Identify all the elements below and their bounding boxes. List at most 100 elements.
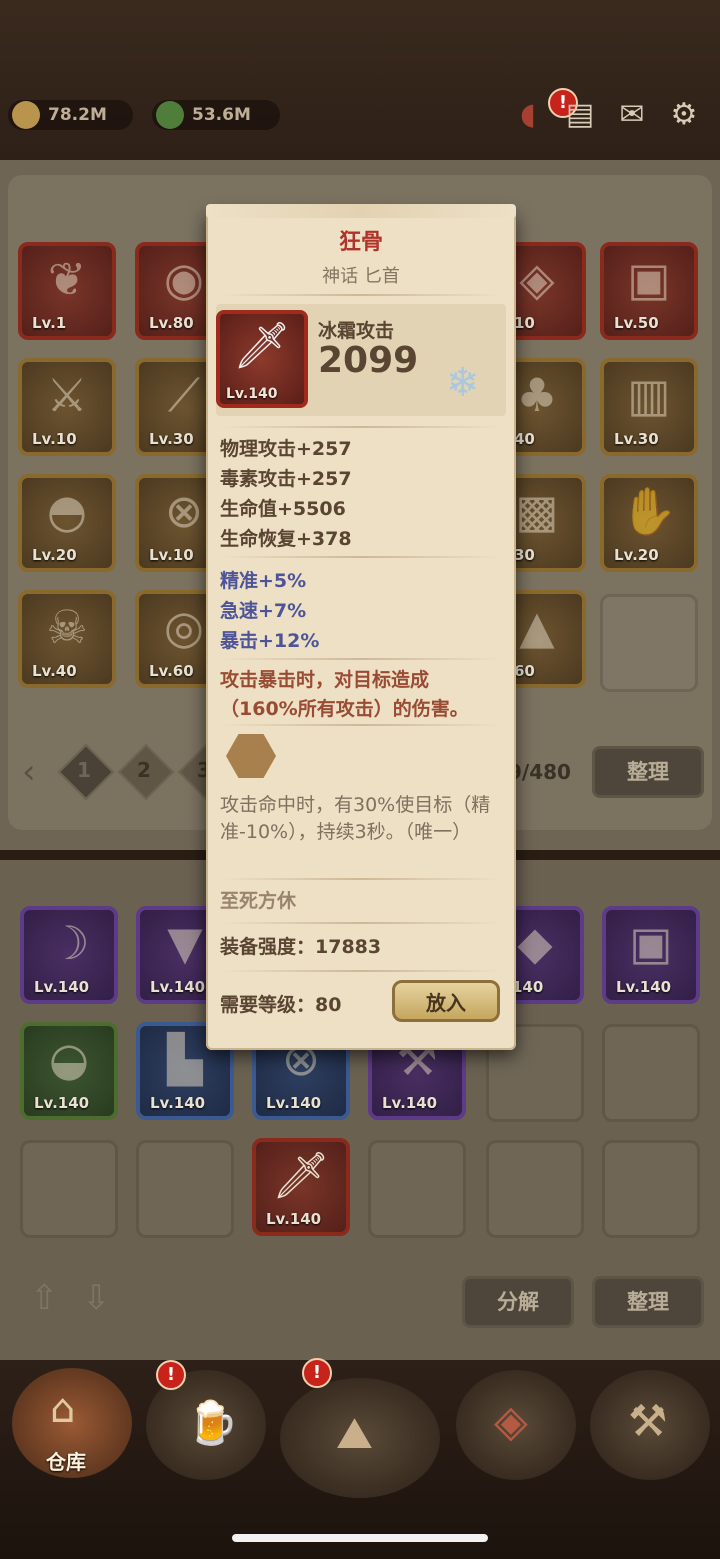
inventory-slot-empty[interactable] — [600, 594, 698, 692]
horn-icon[interactable]: ◖ — [508, 95, 548, 135]
divider — [220, 294, 502, 296]
nav-warehouse-label: 仓库 — [46, 1450, 86, 1474]
slot-level: Lv.60 — [149, 662, 194, 680]
prev-page-icon[interactable]: ‹ — [22, 752, 36, 792]
nav-adventure[interactable]: ⛰ — [280, 1378, 440, 1498]
skill-description: 攻击暴击时，对目标造成（160%所有攻击）的伤害。 — [220, 669, 469, 720]
inventory-slot[interactable]: ⚔ Lv.10 — [18, 358, 116, 456]
divider — [220, 878, 502, 880]
inventory-sort-button[interactable]: 整理 — [592, 746, 704, 798]
inventory-slot[interactable]: ▣ Lv.50 — [600, 242, 698, 340]
main-stat-name: 冰霜攻击 — [318, 320, 395, 342]
slot-level: Lv.20 — [32, 546, 77, 564]
inventory-slot[interactable]: ❦ Lv.1 — [18, 242, 116, 340]
bonus-stat-line: 暴击+12% — [220, 630, 320, 652]
inventory-count: 9/480 — [508, 760, 571, 784]
gold-counter: 78.2M — [8, 100, 133, 130]
slot-level: 30 — [514, 546, 535, 564]
equipment-slot-empty[interactable] — [486, 1140, 584, 1238]
snowflake-icon: ❄ — [446, 360, 480, 406]
equipment-sort-button[interactable]: 整理 — [592, 1276, 704, 1328]
slot-level: 140 — [512, 978, 544, 996]
equipment-slot-empty[interactable] — [136, 1140, 234, 1238]
hat-icon: ◓ — [46, 484, 88, 538]
gauntlet-icon: ✋ — [620, 484, 678, 538]
helmet-crest-icon: ◈ — [494, 1396, 528, 1447]
slot-level: Lv.140 — [34, 1094, 90, 1112]
item-icon-level: Lv.140 — [226, 386, 278, 402]
tooltip-top-edge — [206, 204, 516, 218]
decompose-button[interactable]: 分解 — [462, 1276, 574, 1328]
equipment-slot-empty[interactable] — [602, 1140, 700, 1238]
main-stat-value: 2099 — [318, 340, 419, 381]
scarf-icon: ❦ — [47, 252, 87, 306]
equipment-slot-empty[interactable] — [20, 1140, 118, 1238]
slot-level: Lv.140 — [616, 978, 672, 996]
item-tooltip: 狂骨 神话 匕首 🗡 Lv.140 冰霜攻击 2099 ❄ 物理攻击+257 毒… — [206, 204, 516, 1050]
home-indicator[interactable] — [232, 1534, 488, 1542]
equipment-slot-empty[interactable] — [368, 1140, 466, 1238]
alert-badge-icon: ! — [302, 1358, 332, 1388]
equipment-slot[interactable]: ☽ Lv.140 — [20, 906, 118, 1004]
slot-level: Lv.40 — [32, 662, 77, 680]
divider — [220, 922, 502, 924]
divider — [220, 556, 502, 558]
slot-level: Lv.140 — [266, 1094, 322, 1112]
mail-icon[interactable]: ✉ — [612, 95, 652, 135]
slot-level: Lv.140 — [382, 1094, 438, 1112]
stat-line: 毒素攻击+257 — [220, 468, 352, 490]
equipment-slot[interactable]: ▣ Lv.140 — [602, 906, 700, 1004]
inventory-slot[interactable]: ☠ Lv.40 — [18, 590, 116, 688]
gem-counter: 53.6M — [152, 100, 280, 130]
put-in-button[interactable]: 放入 — [392, 980, 500, 1022]
slot-level: Lv.140 — [266, 1210, 322, 1228]
gem-value: 53.6M — [192, 105, 251, 125]
slot-level: Lv.140 — [34, 978, 90, 996]
chat-icon[interactable]: ▤ — [560, 95, 600, 135]
stat-line: 生命恢复+378 — [220, 528, 352, 550]
skull-ring-icon: ☠ — [46, 600, 88, 654]
inventory-slot[interactable]: ✋ Lv.20 — [600, 474, 698, 572]
dagger-icon: 🗡 — [271, 1148, 331, 1202]
sword-icon: ⚔ — [46, 368, 88, 422]
armor-icon: ▣ — [627, 252, 671, 306]
plate-armor-icon: ▣ — [629, 916, 673, 970]
house-icon: ⌂ — [50, 1386, 76, 1432]
equipment-slot-empty[interactable] — [602, 1024, 700, 1122]
slot-level: Lv.20 — [614, 546, 659, 564]
item-name: 狂骨 — [338, 230, 383, 255]
bow-icon: ☽ — [48, 916, 90, 970]
stat-line: 生命值+5506 — [220, 498, 346, 520]
down-arrow-icon[interactable]: ⇩ — [82, 1278, 111, 1318]
bonus-stat-line: 精准+5% — [220, 570, 307, 592]
anvil-icon: ⚒ — [628, 1396, 668, 1447]
nav-forge[interactable]: ⚒ — [590, 1370, 710, 1480]
gear-icon[interactable]: ⚙ — [664, 95, 704, 135]
equipment-slot-selected[interactable]: 🗡 Lv.140 — [252, 1138, 350, 1236]
set-name: 至死方休 — [220, 890, 297, 912]
item-power: 装备强度：17883 — [220, 936, 382, 958]
mountain-portal-icon: ⛰ — [336, 1408, 373, 1459]
divider — [220, 724, 502, 726]
page-2-label: 2 — [137, 758, 151, 782]
leaf-gem-icon — [156, 101, 184, 129]
nav-hero[interactable]: ◈ — [456, 1370, 576, 1480]
dagger-icon: 🗡 — [232, 318, 292, 372]
stat-line: 物理攻击+257 — [220, 438, 352, 460]
item-icon: 🗡 Lv.140 — [216, 310, 308, 408]
slot-level: Lv.1 — [32, 314, 67, 332]
nav-warehouse[interactable]: ⌂ 仓库 — [12, 1368, 132, 1478]
divider — [220, 426, 502, 428]
up-arrow-icon[interactable]: ⇧ — [30, 1278, 59, 1318]
inventory-slot[interactable]: ◓ Lv.20 — [18, 474, 116, 572]
coin-icon — [12, 101, 40, 129]
equipment-slot[interactable]: ◒ Lv.140 — [20, 1022, 118, 1120]
item-subtitle: 神话 匕首 — [322, 266, 400, 287]
inventory-slot[interactable]: ▥ Lv.30 — [600, 358, 698, 456]
top-bar — [0, 0, 720, 160]
slot-level: Lv.80 — [149, 314, 194, 332]
alert-badge-icon: ! — [156, 1360, 186, 1390]
slot-level: 40 — [514, 430, 535, 448]
bonus-stat-line: 急速+7% — [220, 600, 307, 622]
slot-level: Lv.140 — [150, 978, 206, 996]
